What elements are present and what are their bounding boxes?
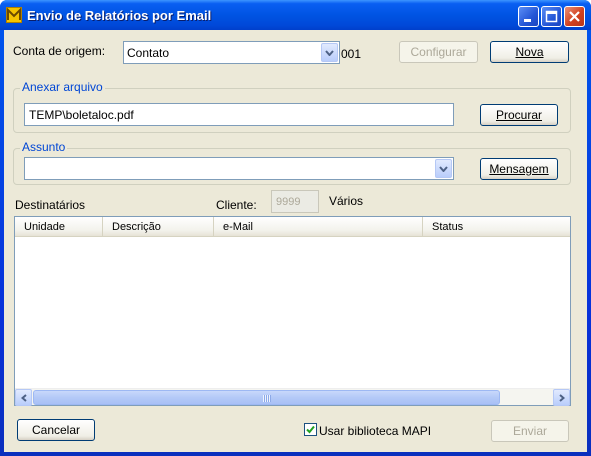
subject-select[interactable] (24, 157, 454, 180)
mapi-checkbox[interactable] (304, 423, 317, 436)
attach-file-legend: Anexar arquivo (20, 80, 105, 94)
subject-legend: Assunto (20, 140, 68, 154)
minimize-icon (524, 19, 531, 22)
new-account-button-label: Nova (515, 45, 544, 59)
origin-account-code: 001 (341, 47, 362, 61)
scroll-thumb[interactable] (33, 390, 500, 405)
column-header-status[interactable]: Status (423, 217, 570, 237)
browse-button[interactable]: Procurar (480, 104, 558, 126)
browse-button-label: Procurar (495, 108, 542, 122)
mapi-label: Usar biblioteca MAPI (319, 424, 432, 438)
checkmark-icon (306, 425, 315, 434)
app-window: Envio de Relatórios por Email Conta de o… (0, 0, 591, 456)
column-header-email[interactable]: e-Mail (214, 217, 423, 237)
column-header-description[interactable]: Descrição (103, 217, 214, 237)
attach-file-input[interactable]: TEMP\boletaloc.pdf (24, 103, 454, 126)
scroll-left-button[interactable] (15, 389, 32, 406)
origin-account-value: Contato (127, 46, 170, 60)
grip-icon (262, 395, 271, 402)
send-button[interactable]: Enviar (491, 420, 569, 442)
origin-account-label: Conta de origem: (13, 44, 106, 58)
column-header-unit[interactable]: Unidade (15, 217, 103, 237)
send-button-label: Enviar (512, 424, 547, 438)
horizontal-scrollbar[interactable] (15, 388, 570, 406)
close-button[interactable] (564, 6, 585, 27)
message-button[interactable]: Mensagem (480, 158, 558, 180)
client-code-field[interactable]: 9999 (271, 190, 319, 213)
origin-account-select[interactable]: Contato (123, 41, 340, 64)
configure-button-label: Configurar (410, 45, 467, 59)
dialog-body: Conta de origem: Contato 001 Configurar … (4, 30, 587, 452)
chevron-left-icon (20, 394, 27, 402)
client-label: Cliente: (216, 198, 257, 212)
recipients-list[interactable]: Unidade Descrição e-Mail Status (14, 216, 571, 406)
mail-m-icon (6, 7, 22, 23)
window-title: Envio de Relatórios por Email (27, 8, 212, 23)
list-header: Unidade Descrição e-Mail Status (15, 217, 570, 237)
minimize-button[interactable] (518, 6, 539, 27)
attach-file-value: TEMP\boletaloc.pdf (29, 108, 134, 122)
message-button-label: Mensagem (489, 162, 549, 176)
chevron-down-icon[interactable] (435, 159, 452, 178)
scroll-right-button[interactable] (553, 389, 570, 406)
client-name: Vários (329, 194, 364, 208)
close-icon (569, 11, 580, 22)
configure-button[interactable]: Configurar (399, 41, 478, 63)
client-code-value: 9999 (276, 196, 301, 208)
new-account-button[interactable]: Nova (490, 41, 569, 63)
maximize-button[interactable] (541, 6, 562, 27)
cancel-button-label: Cancelar (31, 423, 81, 437)
title-bar[interactable]: Envio de Relatórios por Email (0, 0, 591, 30)
chevron-right-icon (558, 394, 565, 402)
cancel-button[interactable]: Cancelar (17, 419, 95, 441)
maximize-icon (545, 10, 558, 23)
recipients-label: Destinatários (15, 198, 86, 212)
chevron-down-icon[interactable] (321, 43, 338, 62)
